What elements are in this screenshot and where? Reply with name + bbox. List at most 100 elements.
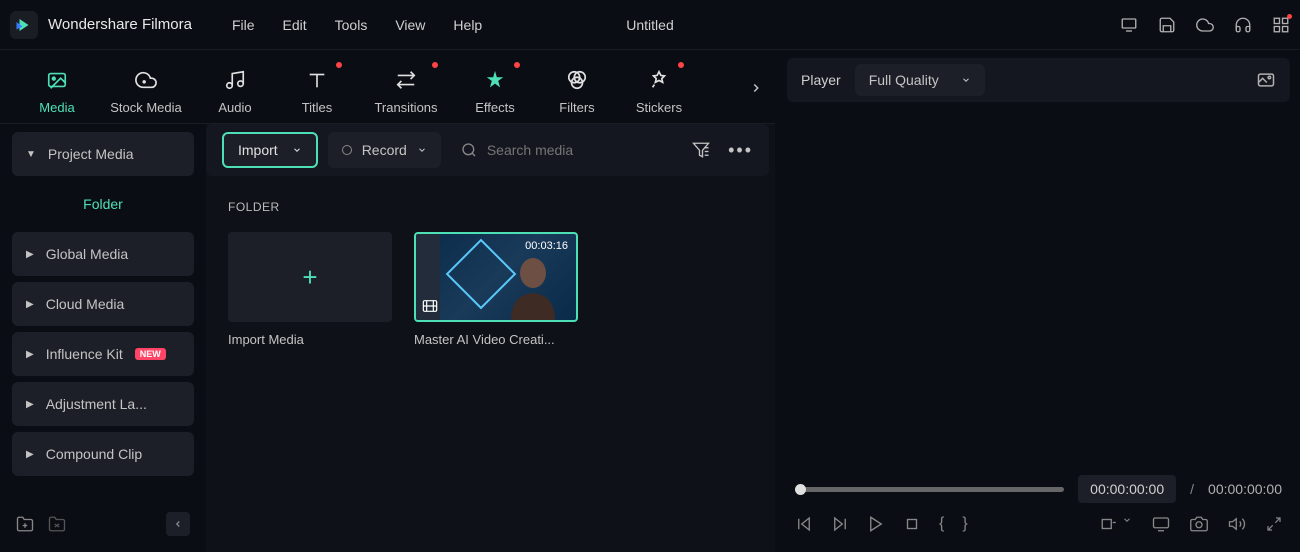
tab-media[interactable]: Media xyxy=(16,58,98,115)
menu-bar: File Edit Tools View Help xyxy=(232,17,482,33)
sidebar-item-project-media[interactable]: ▼ Project Media xyxy=(12,132,194,176)
player-viewport[interactable] xyxy=(787,108,1290,472)
search-icon xyxy=(461,142,477,158)
tab-stock-media[interactable]: Stock Media xyxy=(98,58,194,115)
sidebar: ▼ Project Media Folder ▶ Global Media ▶ … xyxy=(0,124,206,552)
project-title: Untitled xyxy=(626,17,673,33)
tile-label: Import Media xyxy=(228,332,392,347)
chevron-right-icon: ▶ xyxy=(26,249,34,260)
notification-dot xyxy=(432,62,438,68)
import-button[interactable]: Import xyxy=(222,132,318,168)
sidebar-label: Cloud Media xyxy=(46,296,125,312)
player-label: Player xyxy=(801,72,841,88)
title-bar-icons xyxy=(1120,16,1290,34)
effects-icon xyxy=(484,68,506,92)
clip-duration: 00:03:16 xyxy=(525,240,568,252)
sidebar-item-cloud-media[interactable]: ▶ Cloud Media xyxy=(12,282,194,326)
media-clip[interactable]: 00:03:16 Master AI Video Creati... xyxy=(414,232,578,347)
new-badge: NEW xyxy=(135,348,166,360)
chevron-right-icon: ▶ xyxy=(26,349,34,360)
camera-icon[interactable] xyxy=(1190,515,1208,533)
volume-icon[interactable] xyxy=(1228,515,1246,533)
sidebar-item-global-media[interactable]: ▶ Global Media xyxy=(12,232,194,276)
tab-stickers[interactable]: Stickers xyxy=(618,58,700,115)
new-folder-icon[interactable] xyxy=(16,515,34,533)
play-icon[interactable] xyxy=(867,515,885,533)
step-forward-icon[interactable] xyxy=(831,515,849,533)
cloud-icon[interactable] xyxy=(1196,16,1214,34)
media-grid: + Import Media 00:03:16 xyxy=(228,232,753,347)
mark-out-icon[interactable]: } xyxy=(962,515,967,533)
chevron-down-icon xyxy=(961,75,971,85)
menu-file[interactable]: File xyxy=(232,17,255,33)
body-row: ▼ Project Media Folder ▶ Global Media ▶ … xyxy=(0,124,775,552)
step-back-icon[interactable] xyxy=(795,515,813,533)
media-icon xyxy=(46,68,68,92)
save-icon[interactable] xyxy=(1158,16,1176,34)
player-timeline: 00:00:00:00 / 00:00:00:00 xyxy=(787,472,1290,506)
current-time: 00:00:00:00 xyxy=(1078,475,1176,503)
stop-icon[interactable] xyxy=(903,515,921,533)
sidebar-item-influence-kit[interactable]: ▶ Influence Kit NEW xyxy=(12,332,194,376)
media-toolbar: Import Record ••• xyxy=(206,124,769,176)
audio-icon xyxy=(224,68,246,92)
record-icon xyxy=(342,145,352,155)
tab-effects[interactable]: Effects xyxy=(454,58,536,115)
tab-filters[interactable]: Filters xyxy=(536,58,618,115)
scrubber-handle[interactable] xyxy=(795,484,806,495)
mark-in-icon[interactable]: { xyxy=(939,515,944,533)
scrubber[interactable] xyxy=(795,487,1064,492)
sidebar-label: Project Media xyxy=(48,146,134,162)
chevron-right-icon: ▶ xyxy=(26,299,34,310)
tab-audio[interactable]: Audio xyxy=(194,58,276,115)
import-media-tile[interactable]: + Import Media xyxy=(228,232,392,347)
stickers-icon xyxy=(648,68,670,92)
title-bar: Wondershare Filmora File Edit Tools View… xyxy=(0,0,1300,50)
player-controls: { } xyxy=(787,506,1290,542)
quality-select[interactable]: Full Quality xyxy=(855,64,985,96)
media-body: FOLDER + Import Media xyxy=(206,182,775,552)
screen-icon[interactable] xyxy=(1120,16,1138,34)
total-time: 00:00:00:00 xyxy=(1208,481,1282,497)
plus-icon: + xyxy=(302,262,317,293)
sidebar-label: Global Media xyxy=(46,246,129,262)
brand-name: Wondershare Filmora xyxy=(48,16,192,33)
chevron-right-icon: ▶ xyxy=(26,449,34,460)
left-panel: Media Stock Media Audio Titles Transitio… xyxy=(0,50,775,552)
menu-edit[interactable]: Edit xyxy=(283,17,307,33)
menu-tools[interactable]: Tools xyxy=(335,17,368,33)
notification-dot xyxy=(336,62,342,68)
ratio-icon[interactable] xyxy=(1100,515,1132,533)
sidebar-footer xyxy=(12,504,194,544)
top-tabs: Media Stock Media Audio Titles Transitio… xyxy=(0,50,775,124)
sidebar-item-adjustment-layer[interactable]: ▶ Adjustment La... xyxy=(12,382,194,426)
menu-help[interactable]: Help xyxy=(453,17,482,33)
apps-icon[interactable] xyxy=(1272,16,1290,34)
delete-folder-icon[interactable] xyxy=(48,515,66,533)
menu-view[interactable]: View xyxy=(395,17,425,33)
sidebar-label: Compound Clip xyxy=(46,446,143,462)
sidebar-item-compound-clip[interactable]: ▶ Compound Clip xyxy=(12,432,194,476)
chevron-down-icon: ▼ xyxy=(26,149,36,160)
headphones-icon[interactable] xyxy=(1234,16,1252,34)
tab-titles[interactable]: Titles xyxy=(276,58,358,115)
search-input[interactable] xyxy=(487,142,647,158)
titles-icon xyxy=(306,68,328,92)
more-icon[interactable]: ••• xyxy=(728,140,753,161)
transitions-icon xyxy=(395,68,417,92)
record-button[interactable]: Record xyxy=(328,132,441,168)
filter-icon[interactable] xyxy=(692,141,710,159)
media-panel: Import Record ••• xyxy=(206,124,775,552)
stock-media-icon xyxy=(135,68,157,92)
display-icon[interactable] xyxy=(1152,515,1170,533)
sidebar-label: Influence Kit xyxy=(46,346,123,362)
snapshot-icon[interactable] xyxy=(1256,70,1276,90)
fullscreen-icon[interactable] xyxy=(1266,516,1282,532)
folder-section-label: FOLDER xyxy=(228,200,753,214)
tab-transitions[interactable]: Transitions xyxy=(358,58,454,115)
sidebar-sub-folder[interactable]: Folder xyxy=(12,182,194,226)
chevron-right-icon[interactable] xyxy=(749,78,763,98)
film-icon xyxy=(422,298,438,314)
chevron-right-icon: ▶ xyxy=(26,399,34,410)
collapse-sidebar-button[interactable] xyxy=(166,512,190,536)
